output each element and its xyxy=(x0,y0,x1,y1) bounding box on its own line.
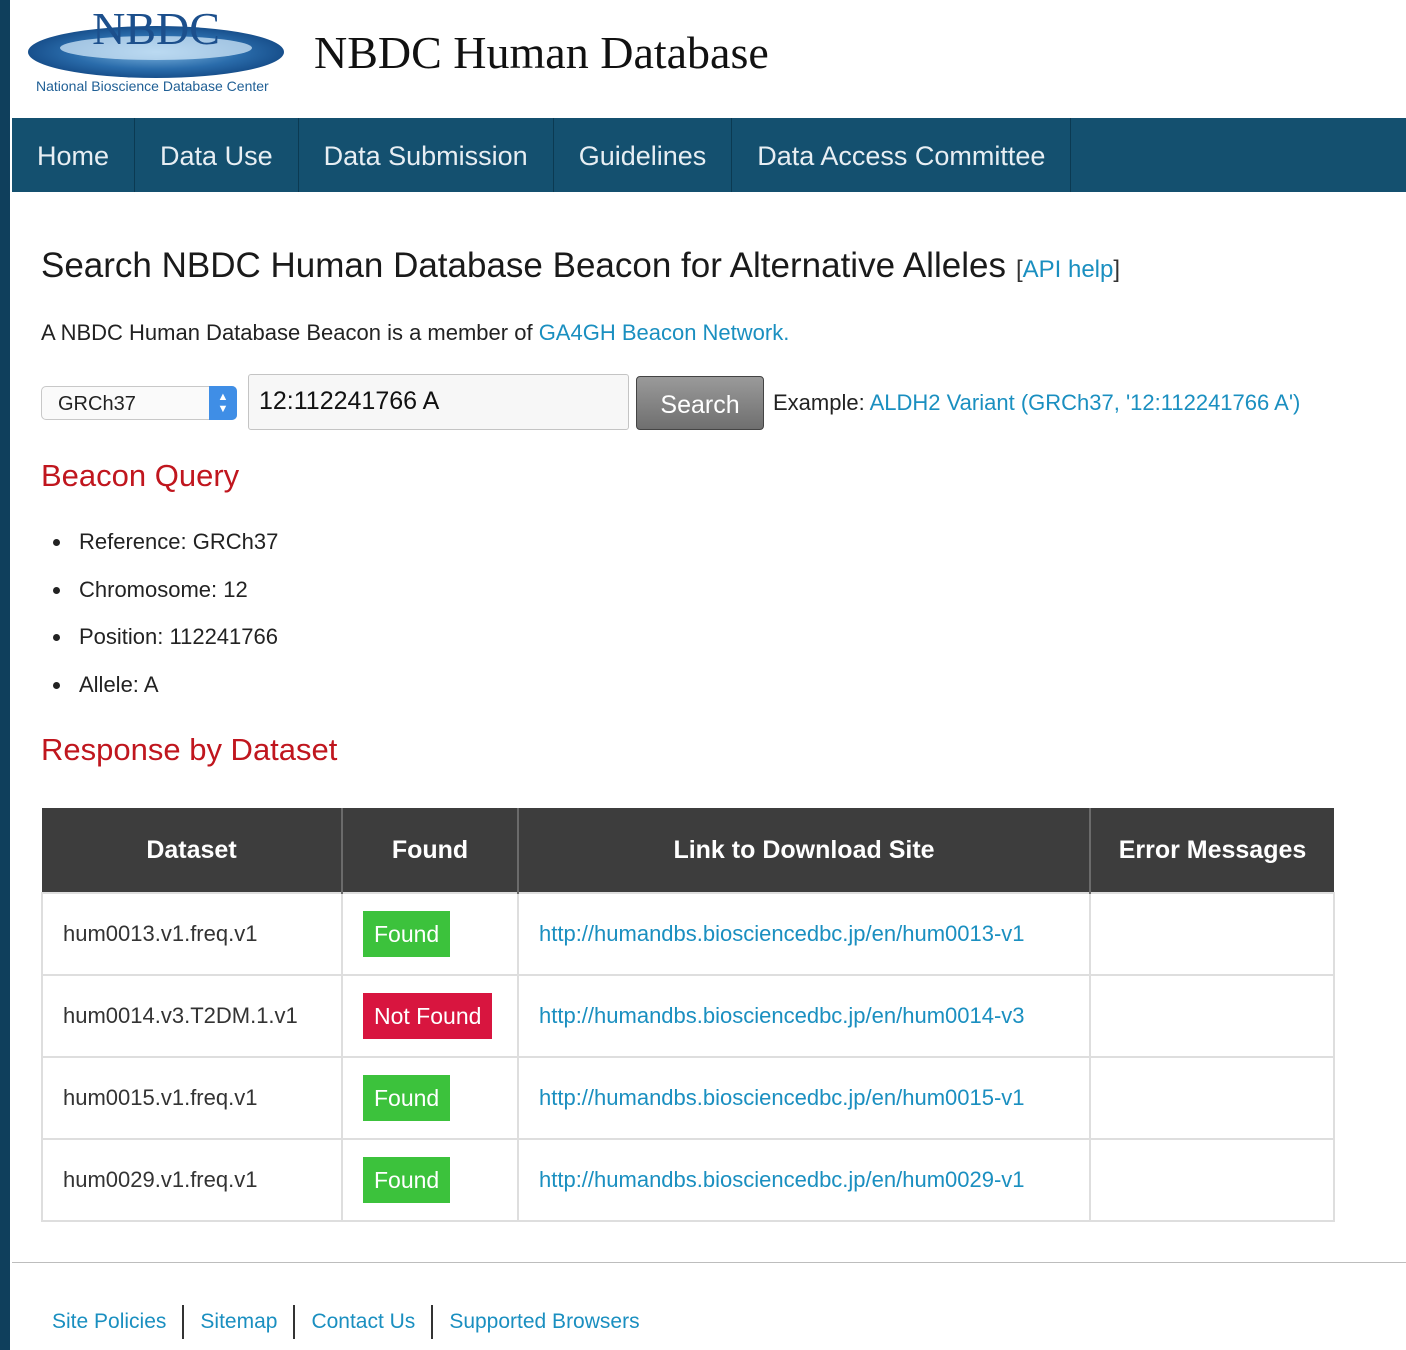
beacon-query-title: Beacon Query xyxy=(41,458,240,493)
found-cell: Found xyxy=(341,1138,519,1222)
site-title: NBDC Human Database xyxy=(314,27,769,78)
nav-guidelines[interactable]: Guidelines xyxy=(554,118,733,192)
footer-site-policies[interactable]: Site Policies xyxy=(36,1305,185,1339)
example: Example: ALDH2 Variant (GRCh37, '12:1122… xyxy=(773,390,1300,416)
main-nav: Home Data Use Data Submission Guidelines… xyxy=(12,118,1406,192)
download-link[interactable]: http://humandbs.biosciencedbc.jp/en/hum0… xyxy=(539,1085,1025,1110)
search-button[interactable]: Search xyxy=(636,376,764,430)
status-badge: Not Found xyxy=(363,993,493,1039)
nav-data-submission[interactable]: Data Submission xyxy=(299,118,554,192)
error-cell xyxy=(1089,1056,1335,1140)
select-updown-icon: ▲ ▼ xyxy=(209,386,237,420)
link-cell: http://humandbs.biosciencedbc.jp/en/hum0… xyxy=(517,1138,1091,1222)
query-position: Position: 112241766 xyxy=(41,615,278,663)
download-link[interactable]: http://humandbs.biosciencedbc.jp/en/hum0… xyxy=(539,1003,1025,1028)
dataset-cell: hum0013.v1.freq.v1 xyxy=(41,892,343,976)
example-link[interactable]: ALDH2 Variant (GRCh37, '12:112241766 A') xyxy=(870,390,1301,415)
assembly-select[interactable]: GRCh37 ▲ ▼ xyxy=(41,386,237,420)
left-edge-bar xyxy=(0,0,10,1350)
col-dataset: Dataset xyxy=(42,808,343,893)
link-cell: http://humandbs.biosciencedbc.jp/en/hum0… xyxy=(517,974,1091,1058)
download-link[interactable]: http://humandbs.biosciencedbc.jp/en/hum0… xyxy=(539,921,1025,946)
error-cell xyxy=(1089,974,1335,1058)
site-header: NBDC National Bioscience Database Center… xyxy=(12,0,1406,118)
dataset-cell: hum0014.v3.T2DM.1.v1 xyxy=(41,974,343,1058)
response-title: Response by Dataset xyxy=(41,732,338,767)
found-cell: Found xyxy=(341,892,519,976)
nav-data-use[interactable]: Data Use xyxy=(135,118,299,192)
error-cell xyxy=(1089,1138,1335,1222)
search-form: GRCh37 ▲ ▼ 12:112241766 A Search Example:… xyxy=(41,374,1401,432)
query-chromosome: Chromosome: 12 xyxy=(41,568,278,616)
link-cell: http://humandbs.biosciencedbc.jp/en/hum0… xyxy=(517,892,1091,976)
link-cell: http://humandbs.biosciencedbc.jp/en/hum0… xyxy=(517,1056,1091,1140)
page: NBDC National Bioscience Database Center… xyxy=(12,0,1406,1350)
nbdc-logo[interactable]: NBDC National Bioscience Database Center xyxy=(22,3,290,96)
query-allele: Allele: A xyxy=(41,663,278,711)
status-badge: Found xyxy=(363,911,451,957)
api-help-bracket-open: [ xyxy=(1015,256,1023,283)
results-table: Dataset Found Link to Download Site Erro… xyxy=(41,808,1335,1222)
logo-wordmark: NBDC xyxy=(92,4,220,54)
download-link[interactable]: http://humandbs.biosciencedbc.jp/en/hum0… xyxy=(539,1167,1025,1192)
table-header-row: Dataset Found Link to Download Site Erro… xyxy=(42,808,1334,893)
api-help-bracket-close: ] xyxy=(1113,256,1121,283)
table-row: hum0014.v3.T2DM.1.v1 Not Found http://hu… xyxy=(41,974,1335,1058)
beacon-network-link[interactable]: GA4GH Beacon Network. xyxy=(539,320,790,345)
status-badge: Found xyxy=(363,1075,451,1121)
error-cell xyxy=(1089,892,1335,976)
assembly-select-value: GRCh37 xyxy=(58,393,136,415)
found-cell: Found xyxy=(341,1056,519,1140)
intro-text: A NBDC Human Database Beacon is a member… xyxy=(41,320,789,346)
footer-links: Site Policies Sitemap Contact Us Support… xyxy=(36,1305,656,1339)
col-error: Error Messages xyxy=(1090,808,1334,893)
dataset-cell: hum0029.v1.freq.v1 xyxy=(41,1138,343,1222)
page-heading-text: Search NBDC Human Database Beacon for Al… xyxy=(41,246,1006,285)
footer-divider xyxy=(12,1262,1406,1263)
table-row: hum0015.v1.freq.v1 Found http://humandbs… xyxy=(41,1056,1335,1140)
table-row: hum0013.v1.freq.v1 Found http://humandbs… xyxy=(41,892,1335,976)
query-input[interactable]: 12:112241766 A xyxy=(248,374,629,430)
intro-label: A NBDC Human Database Beacon is a member… xyxy=(41,320,539,345)
beacon-query-list: Reference: GRCh37 Chromosome: 12 Positio… xyxy=(41,520,278,710)
page-heading: Search NBDC Human Database Beacon for Al… xyxy=(41,246,1120,286)
query-reference: Reference: GRCh37 xyxy=(41,520,278,568)
col-link: Link to Download Site xyxy=(518,808,1091,893)
footer-sitemap[interactable]: Sitemap xyxy=(184,1305,296,1339)
footer-supported-browsers[interactable]: Supported Browsers xyxy=(433,1305,655,1339)
dataset-cell: hum0015.v1.freq.v1 xyxy=(41,1056,343,1140)
footer-contact-us[interactable]: Contact Us xyxy=(295,1305,434,1339)
col-found: Found xyxy=(342,808,519,893)
example-label: Example: xyxy=(773,390,870,415)
status-badge: Found xyxy=(363,1157,451,1203)
api-help: [API help] xyxy=(1016,256,1120,283)
logo-subtitle: National Bioscience Database Center xyxy=(36,78,269,94)
found-cell: Not Found xyxy=(341,974,519,1058)
nav-data-access-committee[interactable]: Data Access Committee xyxy=(732,118,1072,192)
table-row: hum0029.v1.freq.v1 Found http://humandbs… xyxy=(41,1138,1335,1222)
nav-home[interactable]: Home xyxy=(12,118,136,192)
api-help-link[interactable]: API help xyxy=(1023,256,1114,283)
